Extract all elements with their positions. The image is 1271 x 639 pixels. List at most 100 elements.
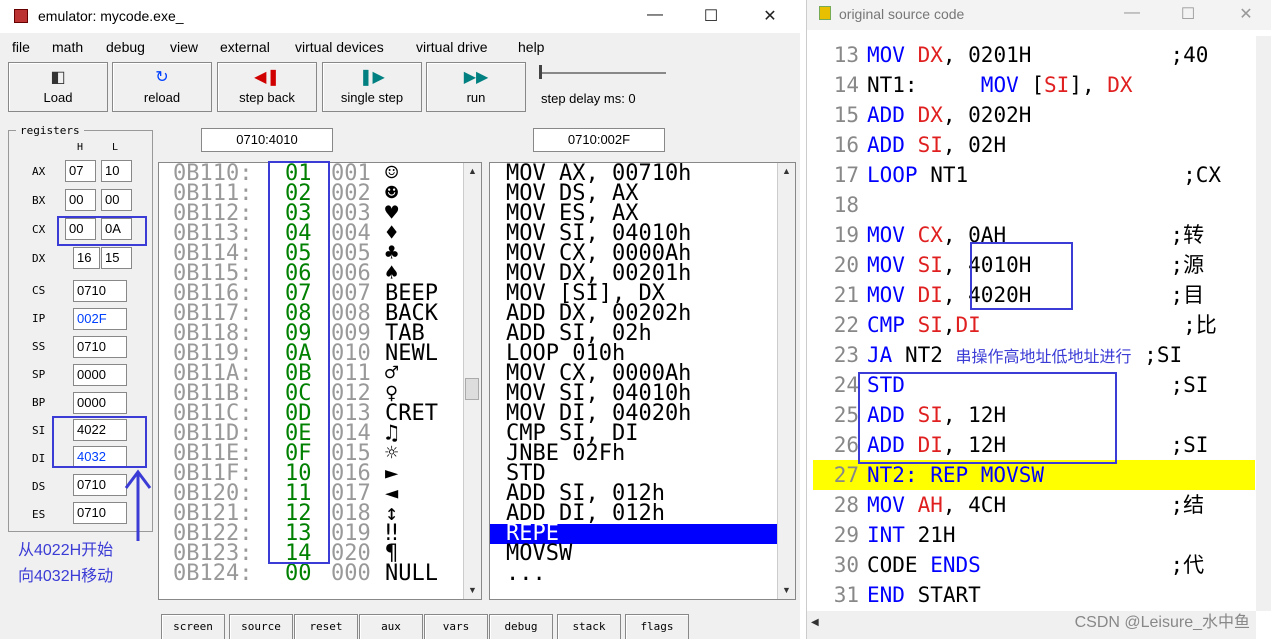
source-window: original source code — ☐ ✕ 13 MOV DX, 020…	[806, 0, 1271, 639]
code-token: JA	[867, 343, 905, 367]
source-vertical-scrollbar[interactable]	[1256, 36, 1271, 611]
minimize-icon[interactable]: —	[640, 6, 670, 24]
code-token: , 4CH	[942, 493, 1007, 517]
source-line[interactable]: 16 ADD SI, 02H	[813, 130, 1255, 160]
aux-button[interactable]: aux	[359, 614, 423, 639]
minimize-icon[interactable]: —	[1117, 4, 1147, 22]
code-token: ;40	[1031, 43, 1209, 67]
close-icon[interactable]: ✕	[1231, 4, 1261, 24]
debug-button[interactable]: debug	[489, 614, 553, 639]
menu-view[interactable]: view	[170, 39, 198, 55]
si-di-highlight-box	[52, 416, 147, 468]
code-token: ;CX	[968, 163, 1222, 187]
reg-ax-low[interactable]: 10	[101, 160, 132, 182]
reload-button[interactable]: ↻ reload	[112, 62, 212, 112]
source-line-current[interactable]: 27 NT2: REP MOVSW	[813, 460, 1255, 490]
maximize-icon[interactable]: ☐	[696, 6, 726, 26]
code-token: NT1:	[867, 73, 981, 97]
disassembly-row[interactable]: ...	[490, 563, 777, 585]
scroll-thumb[interactable]	[465, 378, 479, 400]
code-token: DI	[955, 313, 981, 337]
code-token: [	[1031, 73, 1045, 97]
scroll-left-icon[interactable]: ◀	[811, 617, 819, 628]
reset-button[interactable]: reset	[294, 614, 358, 639]
source-line[interactable]: 17 LOOP NT1 ;CX	[813, 160, 1255, 190]
reg-ds-label: DS	[32, 480, 46, 493]
reg-low-header: L	[112, 142, 119, 153]
vars-button[interactable]: vars	[424, 614, 488, 639]
reg-cs-value[interactable]: 0710	[73, 280, 127, 302]
line-number: 27	[833, 463, 859, 487]
menu-virtual-drive[interactable]: virtual drive	[416, 39, 488, 55]
load-button[interactable]: ◧ Load	[8, 62, 108, 112]
scroll-down-icon[interactable]: ▼	[778, 582, 795, 599]
line-number: 28	[833, 493, 859, 517]
source-line[interactable]: 22 CMP SI,DI ;比	[813, 310, 1255, 340]
source-line[interactable]: 13 MOV DX, 0201H ;40	[813, 40, 1255, 70]
maximize-icon[interactable]: ☐	[1173, 4, 1203, 24]
line-number: 25	[833, 403, 859, 427]
code-token: ;结	[1006, 493, 1205, 517]
line-number: 18	[833, 193, 859, 217]
source-line[interactable]: 18	[813, 190, 1255, 220]
menu-file[interactable]: file	[12, 39, 30, 55]
close-icon[interactable]: ✕	[755, 6, 785, 26]
reg-ds-value[interactable]: 0710	[73, 474, 127, 496]
disassembly-scrollbar[interactable]: ▲ ▼	[777, 163, 795, 599]
line-number: 17	[833, 163, 859, 187]
scroll-up-icon[interactable]: ▲	[464, 163, 481, 180]
reg-ax-high[interactable]: 07	[65, 160, 96, 182]
disassembly-list[interactable]: MOV AX, 00710h MOV DS, AX MOV ES, AX MOV SI…	[489, 162, 796, 600]
memory-scrollbar[interactable]: ▲ ▼	[463, 163, 481, 599]
scroll-up-icon[interactable]: ▲	[778, 163, 795, 180]
code-token: , 0201H	[942, 43, 1032, 67]
folder-open-icon: ◧	[50, 69, 66, 86]
reg-dx-high[interactable]: 16	[73, 247, 100, 269]
reg-dx-low[interactable]: 15	[101, 247, 132, 269]
source-line[interactable]: 23 JA NT2 串操作高地址低地址进行 ;SI	[813, 340, 1255, 370]
code-token: ,	[942, 313, 956, 337]
menu-virtual-devices[interactable]: virtual devices	[295, 39, 384, 55]
reg-ss-value[interactable]: 0710	[73, 336, 127, 358]
code-token: ENDS	[930, 553, 981, 577]
run-icon: ▶▶	[463, 69, 489, 86]
memory-address-input[interactable]: 0710:4010	[201, 128, 333, 152]
menu-external[interactable]: external	[220, 39, 270, 55]
screen-button[interactable]: screen	[161, 614, 225, 639]
step-back-button[interactable]: ◀❚ step back	[217, 62, 317, 112]
source-line[interactable]: 31 END START	[813, 580, 1255, 610]
step-delay-track[interactable]	[541, 72, 666, 74]
annotation-arrow-icon	[124, 469, 152, 541]
menu-math[interactable]: math	[52, 39, 83, 55]
reg-ip-value[interactable]: 002F	[73, 308, 127, 330]
reg-sp-value[interactable]: 0000	[73, 364, 127, 386]
code-token: MOV	[867, 493, 918, 517]
reg-bx-low[interactable]: 00	[101, 189, 132, 211]
code-token: NT2	[904, 343, 956, 367]
source-line[interactable]: 15 ADD DX, 0202H	[813, 100, 1255, 130]
source-line[interactable]: 30 CODE ENDS ;代	[813, 550, 1255, 580]
source-line[interactable]: 29 INT 21H	[813, 520, 1255, 550]
stack-button[interactable]: stack	[557, 614, 621, 639]
reg-bx-high[interactable]: 00	[65, 189, 96, 211]
reg-es-value[interactable]: 0710	[73, 502, 127, 524]
line-number: 13	[833, 43, 859, 67]
code-token: MOV	[867, 43, 918, 67]
source-button[interactable]: source	[229, 614, 293, 639]
scroll-down-icon[interactable]: ▼	[464, 582, 481, 599]
source-line[interactable]: 14 NT1: MOV [SI], DX	[813, 70, 1255, 100]
step-delay-thumb[interactable]	[539, 65, 542, 79]
line-number: 21	[833, 283, 859, 307]
reg-bp-value[interactable]: 0000	[73, 392, 127, 414]
line-number: 15	[833, 103, 859, 127]
disassembly-address-input[interactable]: 0710:002F	[533, 128, 665, 152]
menu-help[interactable]: help	[518, 39, 544, 55]
chip-icon	[14, 9, 28, 23]
flags-button[interactable]: flags	[625, 614, 689, 639]
source-line[interactable]: 28 MOV AH, 4CH ;结	[813, 490, 1255, 520]
single-step-button[interactable]: ❚▶ single step	[322, 62, 422, 112]
code-token: NT1	[930, 163, 969, 187]
menu-debug[interactable]: debug	[106, 39, 145, 55]
source-code-area[interactable]: 13 MOV DX, 0201H ;40 14 NT1: MOV [SI], DX 15…	[813, 40, 1255, 610]
run-button[interactable]: ▶▶ run	[426, 62, 526, 112]
